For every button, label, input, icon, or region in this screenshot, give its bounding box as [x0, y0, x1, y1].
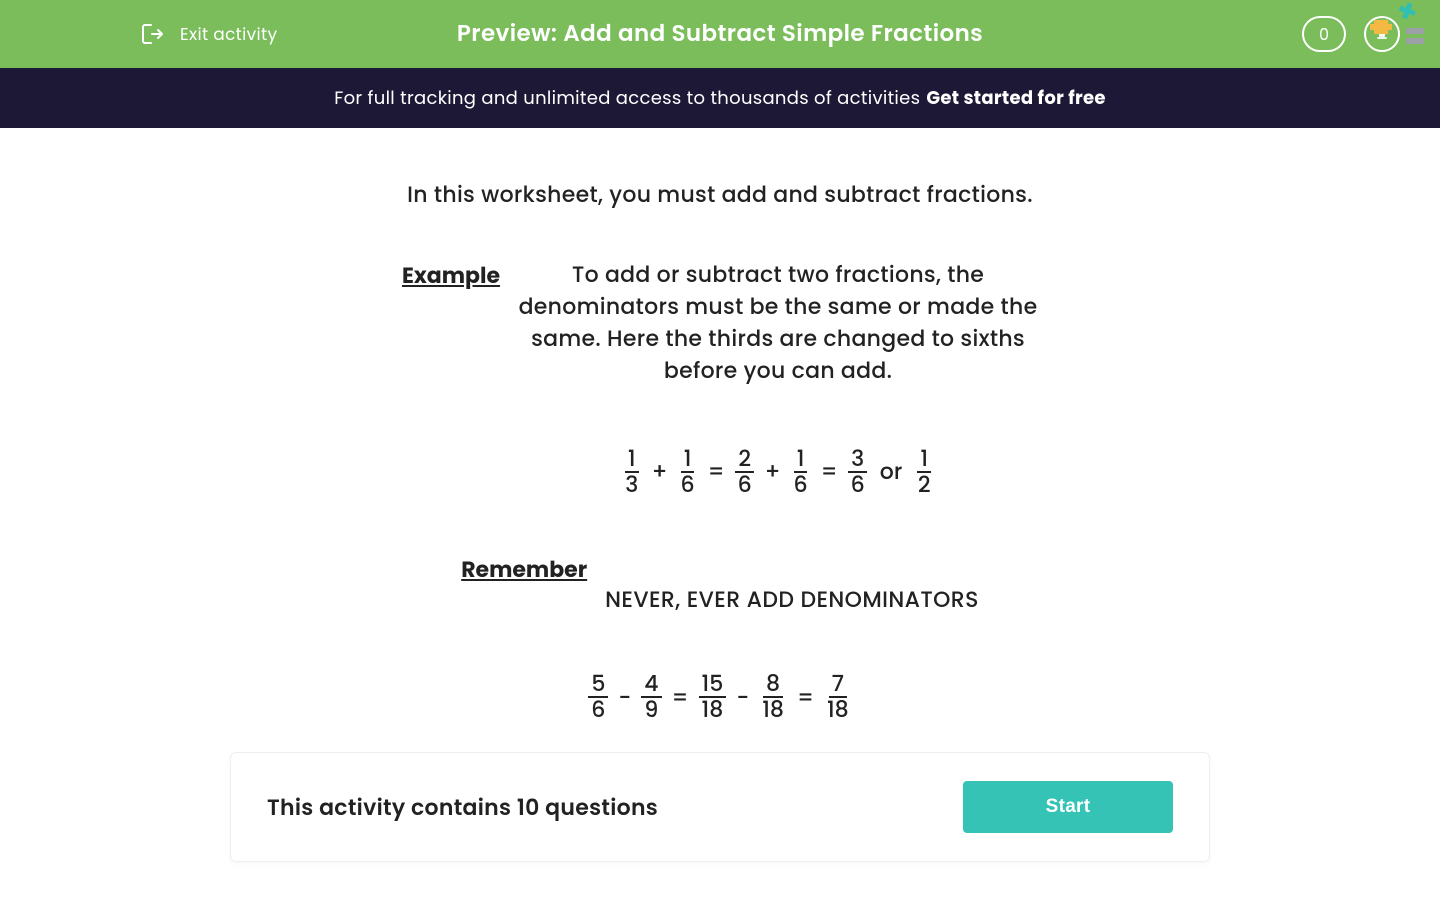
equation-1: 13 + 16 = 26 + 16 = 36 or 12: [518, 447, 1038, 497]
remember-heading: Remember: [461, 553, 587, 586]
intro-text: In this worksheet, you must add and subt…: [230, 178, 1210, 211]
page-title: Preview: Add and Subtract Simple Fractio…: [457, 17, 983, 51]
trophy-icon: [1372, 21, 1392, 48]
exit-activity-button[interactable]: Exit activity: [140, 21, 277, 47]
remember-body: NEVER, EVER ADD DENOMINATORS: [605, 553, 979, 616]
upsell-banner[interactable]: For full tracking and unlimited access t…: [0, 68, 1440, 128]
example-block: Example To add or subtract two fractions…: [230, 259, 1210, 497]
score-badge: 0: [1302, 16, 1346, 52]
example-heading: Example: [402, 259, 500, 292]
banner-text: For full tracking and unlimited access t…: [334, 85, 920, 112]
remember-block: Remember NEVER, EVER ADD DENOMINATORS: [230, 553, 1210, 616]
main-content: In this worksheet, you must add and subt…: [170, 128, 1270, 862]
score-value: 0: [1319, 22, 1329, 47]
banner-cta: Get started for free: [926, 85, 1105, 112]
header-bar: Exit activity Preview: Add and Subtract …: [0, 0, 1440, 68]
question-count-text: This activity contains 10 questions: [267, 791, 658, 824]
trophy-button[interactable]: [1364, 16, 1400, 52]
exit-icon: [140, 21, 166, 47]
header-right-controls: 0: [1302, 16, 1400, 52]
exit-activity-label: Exit activity: [180, 21, 277, 47]
start-button[interactable]: Start: [963, 781, 1173, 833]
footer-card: This activity contains 10 questions Star…: [230, 752, 1210, 862]
equation-2: 56 - 49 = 1518 - 818 = 718: [230, 672, 1210, 722]
example-body: To add or subtract two fractions, the de…: [518, 259, 1038, 387]
